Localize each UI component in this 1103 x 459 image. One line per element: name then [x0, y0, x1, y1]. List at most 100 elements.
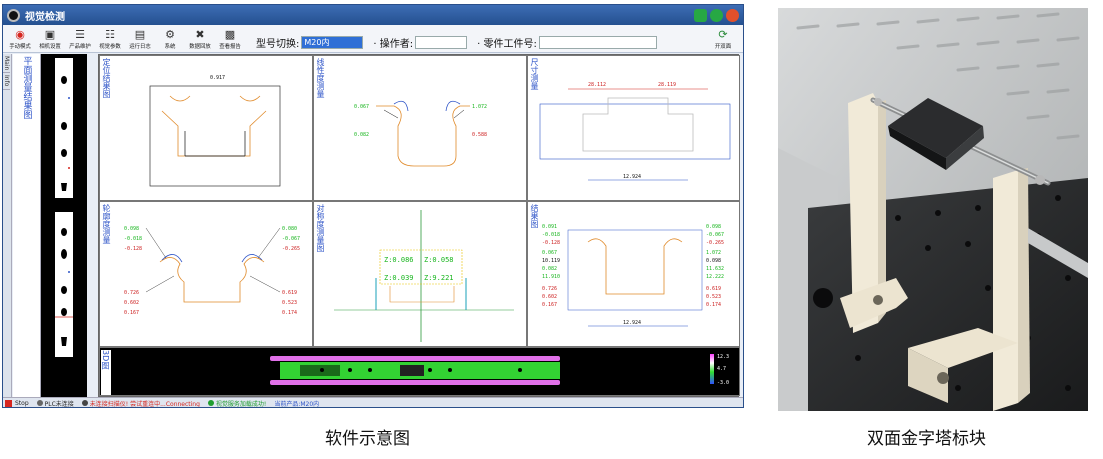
- result-left-3: 0.067: [542, 250, 557, 256]
- operator-field: · 操作者:: [373, 35, 468, 50]
- result-left-7: 0.726: [542, 286, 557, 292]
- strip-image-top: [55, 58, 73, 198]
- open-door-button[interactable]: ⟳ 开双面: [708, 28, 738, 50]
- software-screenshot: 视觉检测 ◉ 手动模式 ▣ 相机设置 ☰ 产品维护 ☷ 视觉参数 ▤ 运行日志 …: [0, 0, 750, 459]
- cell-size: 尺寸测量 28.112 28.119 12.924: [527, 55, 740, 201]
- status-product: 当前产品:M20内: [274, 399, 319, 408]
- linear-value-rb: 0.588: [472, 132, 487, 138]
- result-left-5: 0.082: [542, 266, 557, 272]
- data-replay-button[interactable]: ✖ 数据回放: [186, 28, 214, 50]
- pyramid-block-illustration: [778, 8, 1088, 411]
- result-grid: 定位结果图 0.917 线性度测量 0.067 0.082 1.072 0.58…: [98, 54, 740, 397]
- layers-icon: ☰: [75, 28, 85, 41]
- vision-params-button[interactable]: ☷ 视觉参数: [96, 28, 124, 50]
- plc-icon: [36, 400, 43, 406]
- model-switch-select[interactable]: M20内: [301, 36, 364, 49]
- model-switch: 型号切换: M20内: [256, 35, 364, 50]
- app-window: 视觉检测 ◉ 手动模式 ▣ 相机设置 ☰ 产品维护 ☷ 视觉参数 ▤ 运行日志 …: [2, 4, 744, 408]
- camera-settings-button[interactable]: ▣ 相机设置: [36, 28, 64, 50]
- 3d-drawing: 12.3 4.7 -3.0: [270, 354, 729, 386]
- operator-input[interactable]: [415, 36, 468, 49]
- close-icon[interactable]: [726, 8, 739, 22]
- tool-label: 查看报告: [219, 43, 241, 50]
- manual-mode-button[interactable]: ◉ 手动模式: [6, 28, 34, 50]
- scale-max: 12.3: [717, 354, 729, 360]
- status-stop-text: Stop: [15, 399, 29, 407]
- result-bottom-value: 12.924: [623, 320, 641, 326]
- result-right-1: -0.067: [706, 232, 724, 238]
- app-logo-icon: [7, 8, 20, 22]
- minimize-icon[interactable]: [694, 8, 707, 22]
- maximize-icon[interactable]: [710, 8, 723, 22]
- tool-label: 产品维护: [69, 43, 91, 50]
- strip-bottom-svg: [55, 228, 73, 346]
- contour-right-5: 0.174: [282, 310, 297, 316]
- view-report-button[interactable]: ▩ 查看报告: [216, 28, 244, 50]
- status-vision-text: 视觉服务加载成功!: [215, 400, 267, 408]
- linear-value-lb: 0.082: [354, 132, 369, 138]
- result-right-2: -0.265: [706, 240, 724, 246]
- result-drawing: 0.091 -0.018 -0.128 0.067 10.119 0.082 1…: [542, 224, 724, 327]
- product-maintain-button[interactable]: ☰ 产品维护: [66, 28, 94, 50]
- strip-top-svg: [61, 76, 70, 191]
- side-title: 平面测量结果图: [21, 56, 32, 119]
- log-icon: ▤: [134, 28, 146, 41]
- app-title: 视觉检测: [25, 11, 65, 23]
- size-value-tl: 28.112: [588, 82, 606, 88]
- cell-3d: 3D图 12.3 4.7 -3.0: [99, 347, 740, 396]
- result-left-1: -0.018: [542, 232, 560, 238]
- cell-linear: 线性度测量 0.067 0.082 1.072 0.588: [313, 55, 527, 201]
- size-value-tr: 28.119: [658, 82, 676, 88]
- tab-info[interactable]: Info: [3, 73, 10, 90]
- cell-locate: 定位结果图 0.917: [99, 55, 313, 201]
- status-plc-text: PLC未连接: [44, 400, 74, 408]
- part-number-label: · 零件工件号:: [477, 39, 537, 50]
- status-product-text: 当前产品:M20内: [274, 400, 320, 408]
- contour-left-3: 0.726: [124, 290, 139, 296]
- refresh-icon: ⟳: [718, 28, 728, 41]
- size-drawing: 28.112 28.119 12.924: [539, 82, 731, 181]
- status-scan-text: 未连接扫描仪! 尝试重连中...Connecting: [89, 400, 200, 408]
- contour-right-1: -0.067: [282, 236, 300, 242]
- result-left-8: 0.602: [542, 294, 557, 300]
- result-right-0: 0.098: [706, 224, 721, 230]
- status-stop: Stop: [5, 399, 29, 407]
- part-number-input[interactable]: [538, 36, 657, 49]
- tool-label: 系统: [164, 43, 176, 50]
- locate-drawing: 0.917: [149, 75, 281, 187]
- tool-label: 运行日志: [129, 43, 151, 50]
- sym-z4: Z:9.221: [424, 274, 454, 282]
- sym-z2: Z:0.058: [424, 256, 454, 264]
- contour-left-5: 0.167: [124, 310, 139, 316]
- contour-right-3: 0.619: [282, 290, 297, 296]
- contour-right-2: -0.265: [282, 246, 300, 252]
- status-scan: 未连接扫描仪! 尝试重连中...Connecting: [81, 399, 200, 408]
- stop-square-icon: [5, 399, 12, 407]
- size-value-bottom: 12.924: [623, 174, 641, 180]
- result-right-4: 0.098: [706, 258, 721, 264]
- contour-left-1: -0.018: [124, 236, 142, 242]
- caption-left: 软件示意图: [325, 429, 410, 449]
- side-tabs: Main Info: [3, 54, 12, 397]
- operator-label: · 操作者:: [373, 39, 414, 50]
- gear-icon: ⚙: [165, 28, 175, 41]
- toolbar: ◉ 手动模式 ▣ 相机设置 ☰ 产品维护 ☷ 视觉参数 ▤ 运行日志 ⚙ 系统: [3, 25, 743, 53]
- result-left-0: 0.091: [542, 224, 557, 230]
- strip-preview: [41, 54, 87, 397]
- contour-right-4: 0.523: [282, 300, 297, 306]
- result-left-9: 0.167: [542, 302, 557, 308]
- sym-z3: Z:0.039: [384, 274, 414, 282]
- contour-left-2: -0.128: [124, 246, 142, 252]
- status-vision: 视觉服务加载成功!: [207, 399, 267, 408]
- result-right-3: 1.072: [706, 250, 721, 256]
- contour-left-0: 0.098: [124, 226, 139, 232]
- system-button[interactable]: ⚙ 系统: [156, 28, 184, 50]
- tab-main[interactable]: Main: [3, 54, 10, 74]
- stop-icon: ◉: [15, 28, 25, 41]
- run-log-button[interactable]: ▤ 运行日志: [126, 28, 154, 50]
- symmetry-drawing: Z:0.086 Z:0.058 Z:0.039 Z:9.221: [334, 210, 514, 342]
- contour-drawing: 0.098 -0.018 -0.128 0.726 0.602 0.167 0.…: [124, 226, 300, 316]
- sliders-icon: ☷: [105, 28, 115, 41]
- linear-drawing: 0.067 0.082 1.072 0.588: [354, 100, 487, 167]
- tool-label: 相机设置: [39, 43, 61, 50]
